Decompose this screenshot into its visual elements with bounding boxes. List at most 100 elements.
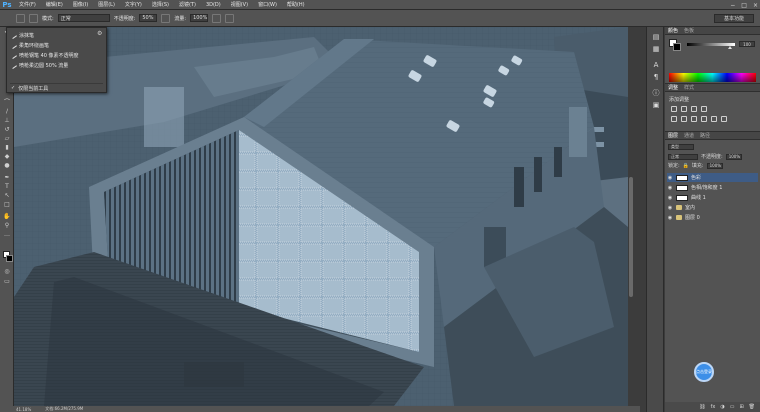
color-spectrum[interactable] xyxy=(669,73,756,82)
gradient-tool-icon[interactable]: ▮ xyxy=(3,145,11,151)
photo-filter-icon[interactable] xyxy=(711,116,717,122)
tab-styles[interactable]: 样式 xyxy=(684,84,694,91)
tab-channels[interactable]: 通道 xyxy=(684,132,694,139)
screen-mode-icon[interactable]: ▭ xyxy=(3,279,11,285)
eraser-tool-icon[interactable]: ▱ xyxy=(3,136,11,142)
blur-tool-icon[interactable]: ◆ xyxy=(3,154,11,160)
menu-help[interactable]: 帮助(H) xyxy=(282,1,310,8)
brush-tool-icon[interactable]: ∕ xyxy=(3,109,11,115)
brush-panel-icon[interactable] xyxy=(29,13,38,23)
dodge-tool-icon[interactable]: ● xyxy=(3,163,11,169)
maximize-button[interactable]: □ xyxy=(741,2,747,9)
airbrush-icon[interactable] xyxy=(212,13,222,23)
background-color-swatch[interactable] xyxy=(6,255,13,262)
vibrance-icon[interactable] xyxy=(671,116,677,122)
brightness-icon[interactable] xyxy=(671,106,677,112)
curves-icon[interactable] xyxy=(691,106,697,112)
floating-action-badge[interactable]: 点击登录 xyxy=(694,362,714,382)
layer-row[interactable]: ◉ 图层 0 xyxy=(667,213,758,222)
menu-type[interactable]: 文字(Y) xyxy=(120,1,147,8)
opacity-input[interactable]: 50% xyxy=(139,14,158,22)
eye-icon[interactable]: ◉ xyxy=(667,195,673,201)
lock-icon[interactable]: 🔒 xyxy=(683,163,689,169)
pen-tool-icon[interactable]: ✒ xyxy=(3,175,11,181)
tab-color[interactable]: 颜色 xyxy=(668,27,678,34)
paragraph-panel-icon[interactable]: ¶ xyxy=(652,73,660,81)
menu-select[interactable]: 选择(S) xyxy=(147,1,174,8)
levels-icon[interactable] xyxy=(681,106,687,112)
channel-mixer-icon[interactable] xyxy=(721,116,727,122)
lasso-tool-icon[interactable]: ⌒ xyxy=(3,100,11,106)
vertical-scrollbar[interactable] xyxy=(628,27,634,406)
layer-row[interactable]: ◉ 色彩 xyxy=(667,173,758,182)
tab-layers[interactable]: 图层 xyxy=(668,132,678,139)
workspace-select[interactable]: 基本功能 xyxy=(714,14,754,23)
eye-icon[interactable]: ◉ xyxy=(667,215,673,221)
add-mask-icon[interactable]: ◑ xyxy=(720,404,724,410)
zoom-tool-icon[interactable]: ⚲ xyxy=(3,223,11,229)
layer-row[interactable]: ◉ 色相/饱和度 1 xyxy=(667,183,758,192)
layer-row[interactable]: ◉ 曲线 1 xyxy=(667,193,758,202)
preset-item[interactable]: 喷枪钢笔 40 像素不透明度 xyxy=(10,51,79,59)
hue-saturation-icon[interactable] xyxy=(681,116,687,122)
preset-item[interactable]: 涂抹笔 xyxy=(10,31,34,39)
brush-preset-icon[interactable] xyxy=(16,13,25,23)
eye-icon[interactable]: ◉ xyxy=(667,205,673,211)
blend-mode-select[interactable]: 正常 xyxy=(668,153,698,160)
current-tool-only-checkbox[interactable]: ✓ 仅限当前工具 xyxy=(11,84,48,92)
black-white-icon[interactable] xyxy=(701,116,707,122)
mode-select[interactable]: 正常 xyxy=(57,14,110,22)
exposure-icon[interactable] xyxy=(701,106,707,112)
fill-input[interactable]: 100% xyxy=(706,162,723,169)
menu-file[interactable]: 文件(F) xyxy=(14,1,41,8)
layers-footer: ⛓ fx ◑ ▭ ⊞ 🗑 xyxy=(665,402,760,412)
background-swatch[interactable] xyxy=(673,43,681,51)
tab-adjustments[interactable]: 调整 xyxy=(668,84,678,91)
k-slider-handle[interactable] xyxy=(728,46,733,49)
scroll-thumb[interactable] xyxy=(629,177,633,297)
character-panel-icon[interactable]: A xyxy=(652,61,660,69)
preset-item[interactable]: 柔角环绕画笔 xyxy=(10,41,49,49)
fx-icon[interactable]: fx xyxy=(711,404,716,410)
properties-panel-icon[interactable]: ▦ xyxy=(652,45,660,53)
menu-filter[interactable]: 滤镜(T) xyxy=(174,1,201,8)
menu-edit[interactable]: 编辑(E) xyxy=(41,1,68,8)
clone-stamp-icon[interactable]: ⊥ xyxy=(3,118,11,124)
menu-layer[interactable]: 图层(L) xyxy=(93,1,120,8)
preset-item[interactable]: 喷枪柔边圆 50% 流量 xyxy=(10,61,68,69)
tab-swatches[interactable]: 色板 xyxy=(684,27,694,34)
menu-window[interactable]: 窗口(W) xyxy=(253,1,282,8)
menu-view[interactable]: 视图(V) xyxy=(226,1,253,8)
trash-icon[interactable]: 🗑 xyxy=(749,404,755,410)
k-value-input[interactable]: 100 xyxy=(739,41,755,47)
type-tool-icon[interactable]: T xyxy=(3,184,11,190)
new-group-icon[interactable]: ▭ xyxy=(730,404,735,410)
layer-row[interactable]: ◉ 室内 xyxy=(667,203,758,212)
zoom-level[interactable]: 41.18% xyxy=(16,407,31,412)
tab-paths[interactable]: 路径 xyxy=(700,132,710,139)
menu-3d[interactable]: 3D(D) xyxy=(201,2,226,8)
history-panel-icon[interactable]: ▤ xyxy=(652,33,660,41)
color-balance-icon[interactable] xyxy=(691,116,697,122)
layer-opacity-input[interactable]: 100% xyxy=(725,153,742,160)
layer-kind-select[interactable]: 类型 xyxy=(668,143,694,150)
minimize-button[interactable]: − xyxy=(730,2,735,9)
pressure-opacity-icon[interactable] xyxy=(161,13,171,23)
close-button[interactable]: × xyxy=(753,2,758,9)
history-brush-icon[interactable]: ↺ xyxy=(3,127,11,133)
flow-input[interactable]: 100% xyxy=(190,14,209,22)
pressure-size-icon[interactable] xyxy=(225,13,235,23)
new-layer-icon[interactable]: ⊞ xyxy=(739,404,743,410)
path-select-icon[interactable]: ↖ xyxy=(3,193,11,199)
quick-mask-icon[interactable]: ◎ xyxy=(3,269,11,275)
hand-tool-icon[interactable]: ✋ xyxy=(3,214,11,220)
eye-icon[interactable]: ◉ xyxy=(667,185,673,191)
gear-icon[interactable]: ⚙ xyxy=(97,31,103,37)
link-layers-icon[interactable]: ⛓ xyxy=(699,404,705,410)
shape-tool-icon[interactable]: □ xyxy=(3,202,11,208)
eye-icon[interactable]: ◉ xyxy=(667,175,673,181)
menu-image[interactable]: 图像(I) xyxy=(68,1,93,8)
info-panel-icon[interactable]: ⓘ xyxy=(652,89,660,97)
swatches-panel-icon[interactable]: ▣ xyxy=(652,101,660,109)
more-tools-icon[interactable]: … xyxy=(3,232,11,238)
